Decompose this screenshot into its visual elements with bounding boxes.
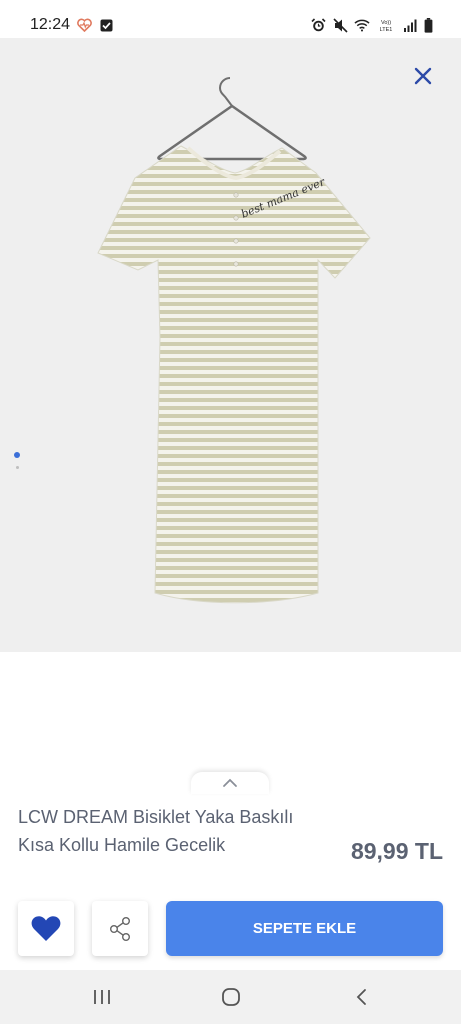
share-icon bbox=[110, 916, 130, 941]
heart-icon bbox=[31, 916, 61, 941]
product-price: 89,99 TL bbox=[350, 838, 443, 864]
status-time: 12:24 bbox=[30, 16, 71, 33]
back-button[interactable] bbox=[348, 984, 376, 1010]
battery-icon bbox=[424, 17, 433, 33]
recent-apps-icon bbox=[94, 990, 110, 1004]
system-nav-bar bbox=[0, 970, 461, 1024]
close-icon bbox=[414, 67, 432, 85]
product-photo: best mama ever bbox=[97, 77, 371, 604]
carousel-indicator bbox=[14, 452, 20, 469]
chevron-up-icon bbox=[223, 778, 237, 787]
mute-icon bbox=[332, 17, 348, 33]
alarm-icon bbox=[310, 17, 326, 33]
svg-text:LTE1: LTE1 bbox=[380, 27, 393, 32]
svg-text:Vo)): Vo)) bbox=[381, 20, 391, 26]
carousel-dot[interactable] bbox=[15, 466, 19, 469]
volte-icon: Vo)) LTE1 bbox=[376, 17, 396, 33]
product-title: LCW DREAM Bisiklet Yaka Baskılı Kısa Kol… bbox=[18, 807, 294, 855]
heart-rate-icon bbox=[76, 17, 92, 33]
back-icon bbox=[356, 989, 366, 1005]
favorite-button[interactable] bbox=[18, 901, 74, 956]
signal-icon bbox=[402, 17, 418, 33]
share-button[interactable] bbox=[92, 901, 148, 956]
checkbox-notification-icon bbox=[98, 17, 114, 33]
wifi-icon bbox=[354, 17, 370, 33]
expand-details-handle[interactable] bbox=[191, 772, 269, 794]
product-image[interactable]: best mama ever bbox=[0, 38, 461, 652]
close-button[interactable] bbox=[409, 62, 437, 90]
add-to-cart-button[interactable]: SEPETE EKLE bbox=[166, 901, 443, 956]
carousel-dot-active[interactable] bbox=[14, 452, 20, 458]
recent-apps-button[interactable] bbox=[88, 984, 116, 1010]
home-button[interactable] bbox=[217, 984, 245, 1010]
home-icon bbox=[222, 988, 240, 1006]
